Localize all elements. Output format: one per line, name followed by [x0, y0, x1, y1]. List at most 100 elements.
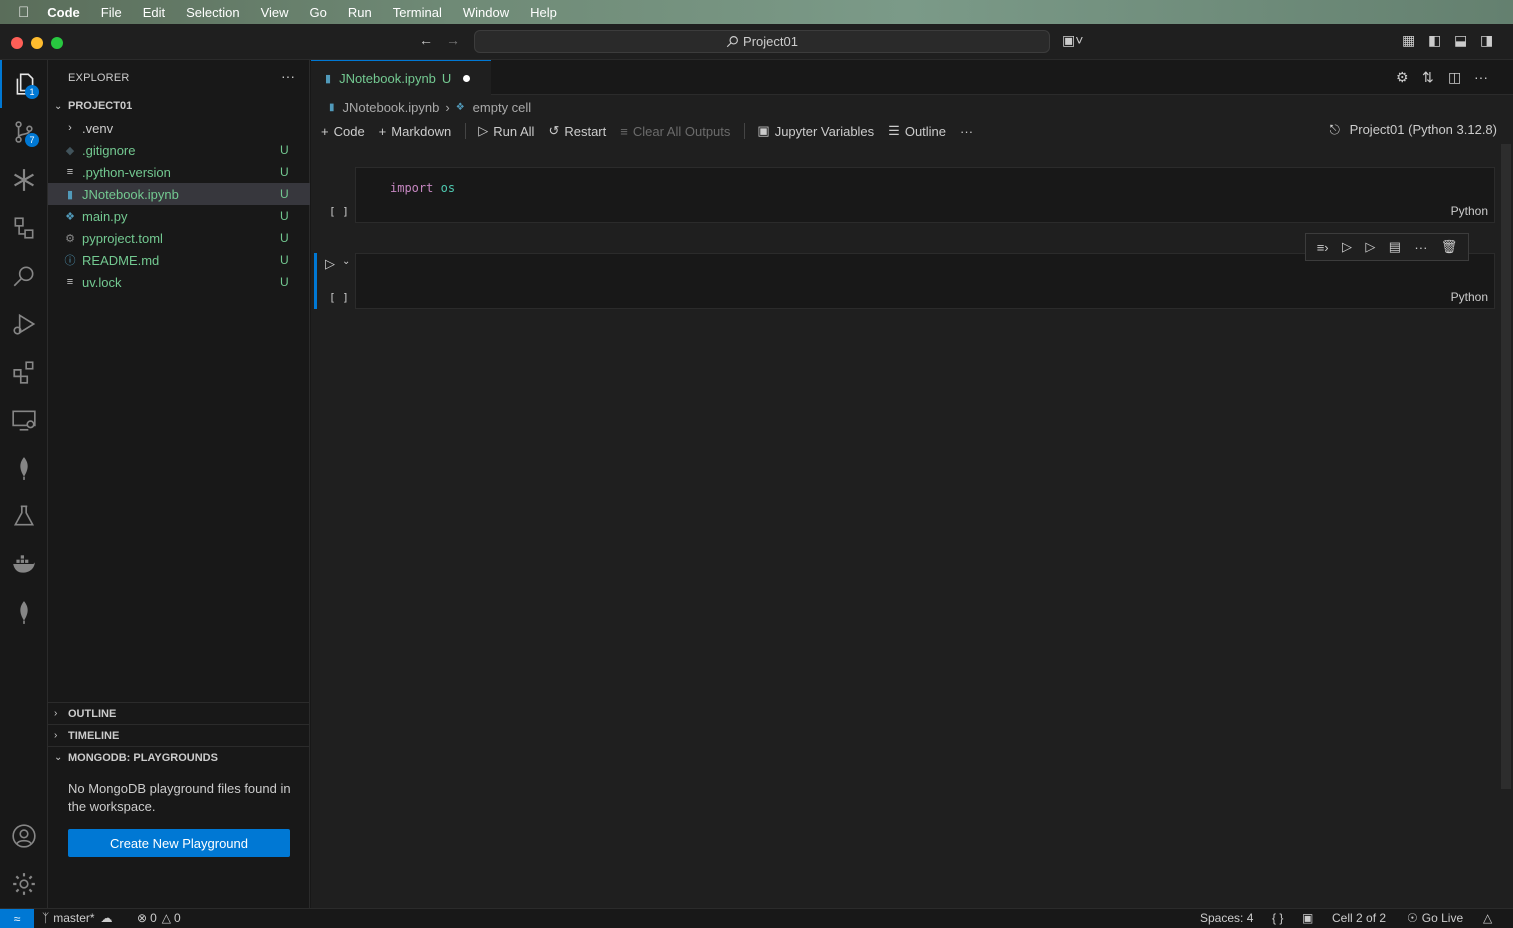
problems-status[interactable]: ⊗ 0 △ 0 [137, 911, 181, 925]
remote-activity[interactable] [0, 396, 48, 444]
timeline-section-header[interactable]: › TIMELINE [48, 724, 310, 746]
tab-status: U [441, 70, 452, 86]
file-item-uv-lock[interactable]: ≡ uv.lock U [48, 271, 310, 293]
outline-section-header[interactable]: › OUTLINE [48, 702, 310, 724]
split-cell-icon[interactable]: ▤ [1389, 239, 1401, 255]
accounts-activity[interactable] [0, 812, 48, 860]
code-cell[interactable]: import os Python [355, 167, 1495, 223]
execute-above-icon[interactable]: ▷ [1342, 239, 1352, 255]
testing-activity[interactable] [0, 492, 48, 540]
add-markdown-cell-button[interactable]: + Markdown [379, 124, 452, 139]
run-debug-activity[interactable] [0, 300, 48, 348]
zoom-window-button[interactable] [51, 37, 63, 49]
menu-help[interactable]: Help [530, 5, 557, 20]
tab-notebook[interactable]: ▮ JNotebook.ipynb U [311, 60, 491, 95]
source-control-activity[interactable]: 7 [0, 108, 48, 156]
info-icon: ⓘ [64, 255, 76, 267]
language-braces-status[interactable]: { } [1272, 911, 1283, 925]
file-name: pyproject.toml [82, 230, 163, 246]
forward-arrow-icon[interactable]: → [446, 32, 460, 48]
cell-position-status[interactable]: Cell 2 of 2 [1332, 911, 1386, 925]
indentation-status[interactable]: Spaces: 4 [1200, 911, 1253, 925]
run-cell-icon[interactable]: ▷ [325, 256, 335, 272]
restart-button[interactable]: ↺ Restart [548, 123, 606, 139]
more-actions-icon[interactable]: ··· [281, 68, 295, 84]
more-actions-icon[interactable]: ··· [1474, 69, 1488, 85]
restart-label: Restart [564, 123, 607, 139]
command-center-search[interactable]: Project01 [474, 30, 1050, 53]
file-item-pyproject[interactable]: ⚙ pyproject.toml U [48, 227, 310, 249]
project-folder-header[interactable]: ⌄ PROJECT01 [48, 95, 310, 117]
mongodb-activity[interactable] [0, 444, 48, 492]
menu-code[interactable]: Code [47, 5, 80, 20]
file-item-main-py[interactable]: ❖ main.py U [48, 205, 310, 227]
file-item-python-version[interactable]: ≡ .python-version U [48, 161, 310, 183]
branch-status[interactable]: ᛉ master* ☁ [42, 911, 113, 925]
unsaved-dot-icon[interactable] [463, 74, 471, 82]
menu-view[interactable]: View [261, 5, 289, 20]
more-actions-icon[interactable]: ··· [960, 124, 973, 139]
run-above-icon[interactable]: ≡› [1317, 240, 1329, 255]
file-status: U [280, 187, 289, 201]
file-item-notebook[interactable]: ▮ JNotebook.ipynb U [48, 183, 310, 205]
remote-indicator[interactable]: ≈ [0, 909, 34, 928]
chevron-down-icon[interactable]: ⌄ [342, 256, 350, 267]
gear-icon[interactable]: ⚙ [1396, 69, 1409, 86]
snowflake-activity[interactable] [0, 156, 48, 204]
toggle-primary-sidebar-icon[interactable]: ◧ [1428, 32, 1441, 49]
mongodb-section-header[interactable]: ⌄ MONGODB: PLAYGROUNDS [48, 746, 310, 768]
docker-activity[interactable] [0, 540, 48, 588]
file-item-venv[interactable]: › .venv [48, 117, 310, 139]
clear-outputs-button[interactable]: ≡ Clear All Outputs [620, 124, 730, 139]
create-playground-button[interactable]: Create New Playground [68, 829, 290, 857]
menu-file[interactable]: File [101, 5, 122, 20]
menu-edit[interactable]: Edit [143, 5, 165, 20]
kernel-picker[interactable]: ⎋ Project01 (Python 3.12.8) [1330, 122, 1497, 138]
search-activity[interactable] [0, 252, 48, 300]
jupyter-variables-button[interactable]: ▣ Jupyter Variables [757, 123, 874, 139]
close-window-button[interactable] [11, 37, 23, 49]
explorer-activity[interactable]: 1 [0, 60, 48, 108]
cell-language[interactable]: Python [1451, 290, 1488, 304]
cell-language[interactable]: Python [1451, 204, 1488, 218]
code-cell-empty[interactable]: Python [355, 253, 1495, 309]
outline-button[interactable]: ☰ Outline [888, 123, 946, 139]
file-item-readme[interactable]: ⓘ README.md U [48, 249, 310, 271]
menu-terminal[interactable]: Terminal [393, 5, 442, 20]
menu-go[interactable]: Go [310, 5, 327, 20]
extensions-activity[interactable] [0, 348, 48, 396]
copilot-icon[interactable]: ▣˅ [1062, 32, 1083, 49]
back-arrow-icon[interactable]: ← [419, 32, 433, 48]
explorer-title: EXPLORER [68, 72, 130, 84]
snowflake-icon [14, 169, 34, 191]
settings-file-icon: ⚙ [65, 232, 75, 245]
minimize-window-button[interactable] [31, 37, 43, 49]
code-line[interactable]: import os [390, 181, 455, 195]
toggle-panel-icon[interactable]: ⬓ [1454, 32, 1467, 49]
split-editor-icon[interactable]: ◫ [1448, 69, 1461, 86]
remote-explorer-activity[interactable] [0, 204, 48, 252]
apple-icon[interactable]:  [18, 4, 29, 21]
run-all-button[interactable]: ▷ Run All [478, 123, 534, 139]
add-code-cell-button[interactable]: + Code [321, 124, 365, 139]
mongodb-activity-2[interactable] [0, 588, 48, 636]
breadcrumb-file[interactable]: JNotebook.ipynb [343, 100, 440, 115]
go-live-status[interactable]: ☉ Go Live [1407, 911, 1463, 925]
file-item-gitignore[interactable]: ◆ .gitignore U [48, 139, 310, 161]
toolbar-separator [744, 123, 746, 139]
notifications-bell-icon[interactable]: △ [1483, 911, 1492, 925]
execute-below-icon[interactable]: ▷ [1365, 239, 1375, 255]
customize-layout-icon[interactable]: ▦ [1402, 32, 1415, 49]
delete-icon[interactable]: 🗑 [1441, 239, 1458, 255]
file-status: U [280, 253, 289, 267]
compare-changes-icon[interactable]: ⇅ [1422, 69, 1434, 86]
menu-run[interactable]: Run [348, 5, 372, 20]
menu-selection[interactable]: Selection [186, 5, 239, 20]
more-actions-icon[interactable]: ··· [1414, 240, 1427, 255]
scrollbar[interactable] [1501, 144, 1511, 789]
manage-activity[interactable] [0, 860, 48, 908]
toggle-secondary-sidebar-icon[interactable]: ◨ [1480, 32, 1493, 49]
breadcrumb-cell[interactable]: empty cell [473, 100, 532, 115]
menu-window[interactable]: Window [463, 5, 509, 20]
copilot-icon[interactable]: ▣ [1302, 911, 1313, 925]
